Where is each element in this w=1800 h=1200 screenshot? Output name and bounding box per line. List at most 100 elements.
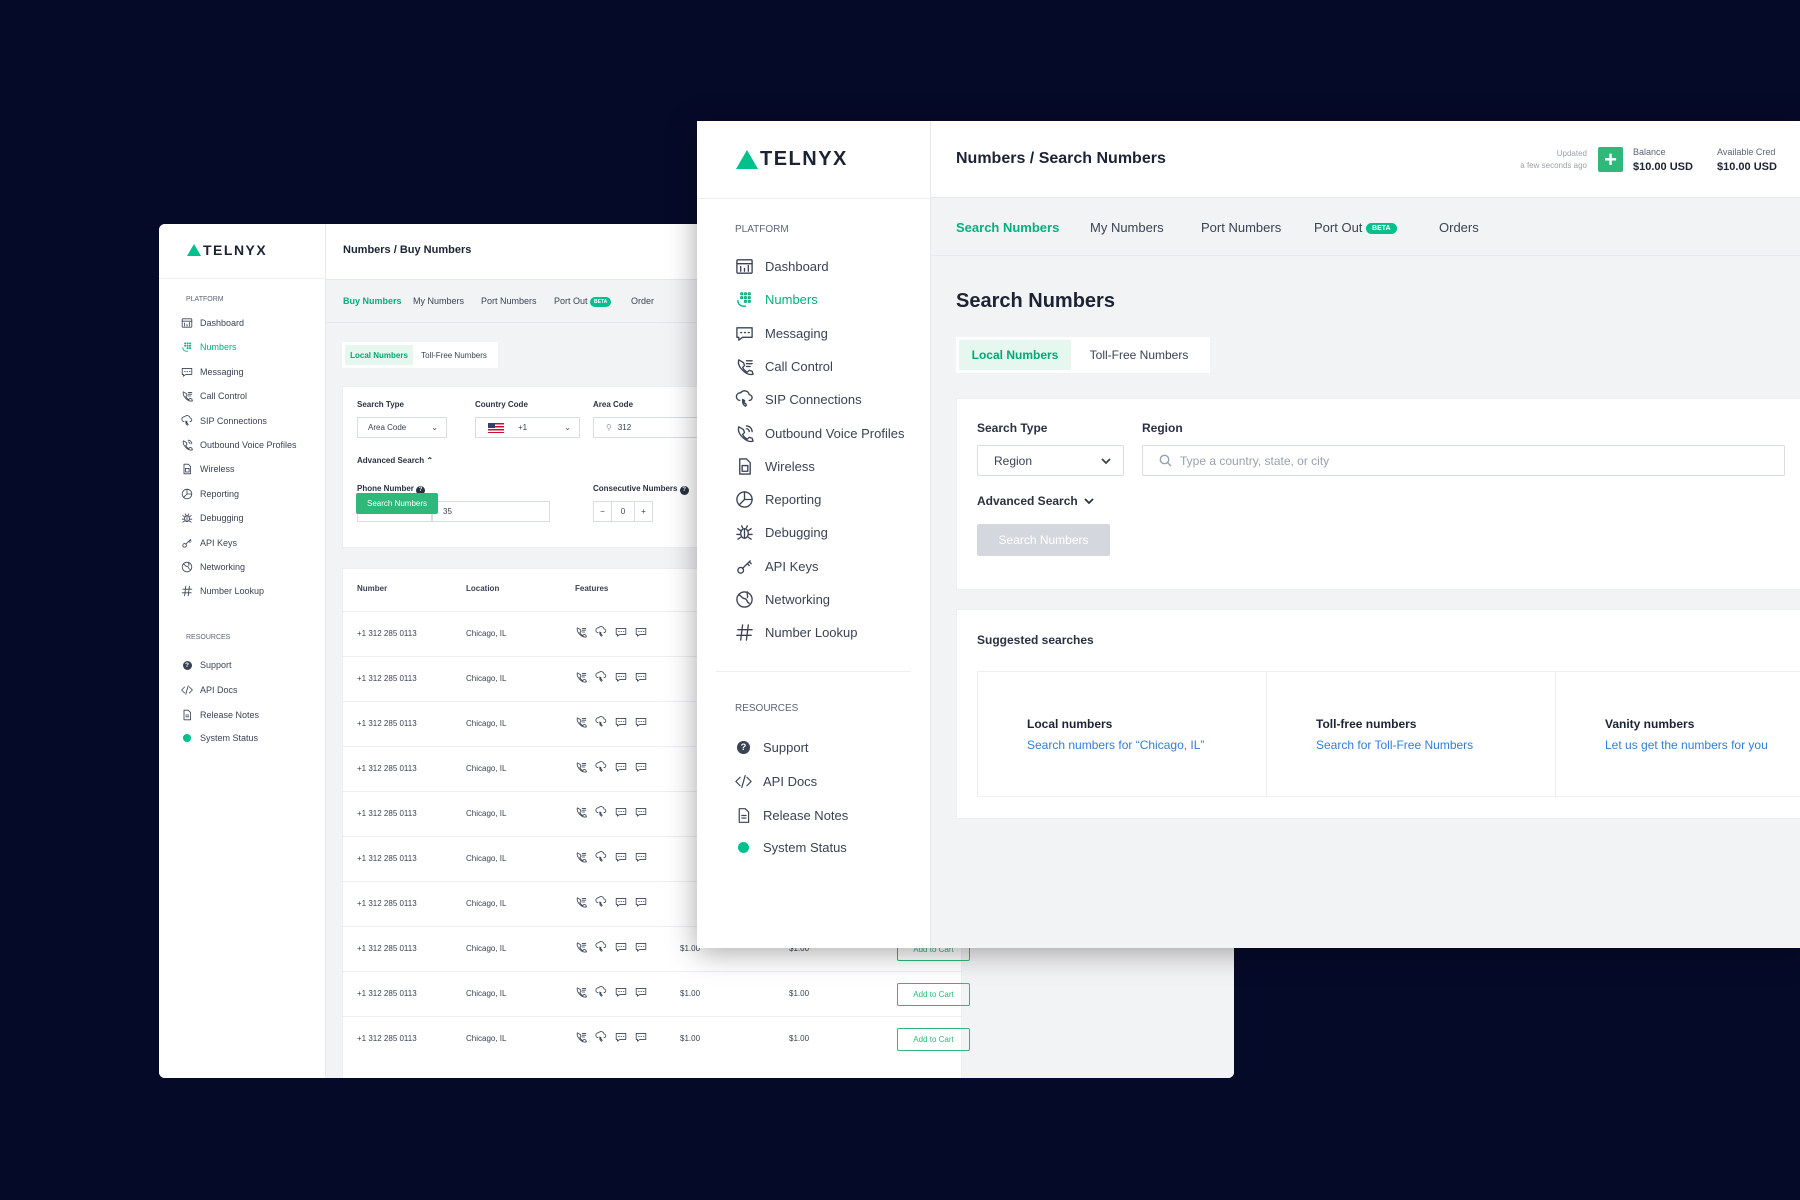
sidebar-item-networking[interactable]: Networking [181, 561, 245, 573]
help-icon[interactable]: ? [679, 486, 689, 495]
message-icon [615, 986, 627, 998]
sidebar-item-messaging[interactable]: Messaging [181, 366, 244, 378]
sidebar-item-label: Reporting [200, 488, 240, 499]
add-funds-button[interactable]: + [1598, 147, 1623, 172]
sidebar-item-wireless[interactable]: Wireless [181, 463, 235, 475]
sidebar-item-reporting[interactable]: Reporting [735, 490, 821, 509]
number-cell: +1 312 285 0113 [357, 674, 417, 683]
sidebar-item-dashboard[interactable]: Dashboard [181, 317, 244, 329]
search-form-card: Search Type Region Region Type a country… [956, 398, 1800, 590]
sidebar-item-wireless[interactable]: Wireless [735, 457, 815, 476]
telnyx-logo[interactable]: TELNYX [187, 242, 267, 258]
sidebar-item-label: API Docs [200, 685, 238, 696]
globe-icon [735, 590, 754, 609]
search-type-select[interactable]: Area Code ⌄ [357, 417, 447, 438]
phone-list-icon [575, 941, 587, 953]
phone-number-input[interactable]: 35 [432, 501, 550, 522]
message-icon [635, 941, 647, 953]
tab-my-numbers[interactable]: My Numbers [413, 296, 464, 306]
tab-port-numbers[interactable]: Port Numbers [1201, 220, 1281, 235]
help-icon: ? [181, 660, 193, 670]
message-icon [615, 896, 627, 908]
tab-port-out-label: Port Out [1314, 220, 1363, 235]
local-numbers-toggle[interactable]: Local Numbers [959, 340, 1071, 370]
sidebar-item-number-lookup[interactable]: Number Lookup [735, 623, 858, 642]
sidebar-item-label: Messaging [200, 366, 244, 377]
search-type-label: Search Type [977, 421, 1048, 435]
sidebar-item-reporting[interactable]: Reporting [181, 488, 239, 500]
sidebar-item-system-status[interactable]: System Status [735, 840, 847, 855]
country-code-select[interactable]: +1 ⌄ [475, 417, 580, 438]
toll-free-toggle[interactable]: Toll-Free Numbers [413, 345, 495, 365]
decrement-button[interactable]: − [594, 502, 612, 521]
tab-my-numbers[interactable]: My Numbers [1090, 220, 1164, 235]
area-code-input[interactable]: ⚲ 312 [593, 417, 703, 438]
search-numbers-button[interactable]: Search Numbers [977, 524, 1110, 556]
toll-free-toggle[interactable]: Toll-Free Numbers [1071, 340, 1207, 370]
bug-icon [181, 512, 193, 524]
features-cell [575, 851, 647, 863]
cloud-phone-icon [595, 716, 607, 728]
tab-orders[interactable]: Orders [1439, 220, 1479, 235]
sidebar-item-messaging[interactable]: Messaging [735, 324, 828, 343]
local-numbers-toggle[interactable]: Local Numbers [345, 345, 413, 365]
sidebar-item-api-keys[interactable]: API Keys [735, 557, 818, 576]
sidebar-item-api-docs[interactable]: API Docs [181, 684, 238, 696]
sidebar-item-debugging[interactable]: Debugging [735, 523, 828, 542]
number-cell: +1 312 285 0113 [357, 764, 417, 773]
tab-port-out[interactable]: Port Out BETA [554, 296, 612, 307]
sidebar-item-sip-connections[interactable]: SIP Connections [181, 414, 267, 427]
suggestion-link[interactable]: Search for Toll-Free Numbers [1316, 738, 1473, 752]
tab-search-numbers[interactable]: Search Numbers [956, 220, 1059, 235]
telnyx-logo[interactable]: TELNYX [736, 148, 848, 170]
tab-buy-numbers[interactable]: Buy Numbers [343, 296, 402, 306]
region-input[interactable]: Type a country, state, or city [1142, 445, 1785, 476]
sidebar-item-api-docs[interactable]: API Docs [735, 773, 817, 790]
sidebar-item-networking[interactable]: Networking [735, 590, 830, 609]
sidebar-item-api-keys[interactable]: API Keys [181, 537, 237, 549]
cloud-phone-icon [595, 1031, 607, 1043]
suggestion-link[interactable]: Search numbers for “Chicago, IL” [1027, 738, 1204, 752]
search-type-select[interactable]: Region [977, 445, 1124, 476]
sidebar-item-debugging[interactable]: Debugging [181, 512, 244, 524]
tab-port-out[interactable]: Port Out BETA [1314, 220, 1397, 235]
suggestion-title: Toll-free numbers [1316, 717, 1417, 731]
sidebar-item-call-control[interactable]: Call Control [735, 357, 833, 376]
sidebar-item-numbers[interactable]: Numbers [181, 341, 237, 353]
sidebar-item-label: Support [200, 660, 232, 670]
sidebar-item-numbers[interactable]: Numbers [735, 290, 818, 309]
sidebar-item-number-lookup[interactable]: Number Lookup [181, 585, 264, 597]
add-to-cart-button[interactable]: Add to Cart [897, 983, 970, 1006]
sidebar-item-support[interactable]: ? Support [181, 660, 232, 670]
suggestion-link[interactable]: Let us get the numbers for you [1605, 738, 1768, 752]
tab-port-numbers[interactable]: Port Numbers [481, 296, 537, 306]
hash-icon [181, 585, 193, 597]
add-to-cart-button[interactable]: Add to Cart [897, 1028, 970, 1051]
sidebar-item-label: API Keys [200, 537, 238, 548]
phone-list-icon [735, 357, 754, 376]
sidebar-item-label: SIP Connections [765, 392, 862, 408]
sidebar: TELNYX PLATFORM Dashboard Numbers Messagin… [697, 121, 931, 948]
sidebar-item-sip-connections[interactable]: SIP Connections [735, 390, 862, 409]
sidebar-item-dashboard[interactable]: Dashboard [735, 257, 829, 276]
consecutive-label-text: Consecutive Numbers [593, 484, 678, 493]
advanced-search-toggle[interactable]: Advanced Search ⌃ [357, 456, 433, 465]
sidebar-item-system-status[interactable]: System Status [181, 733, 258, 743]
logo-text: TELNYX [203, 242, 268, 258]
number-type-toggle: Local Numbers Toll-Free Numbers [342, 342, 498, 368]
sidebar-item-outbound-voice-profiles[interactable]: Outbound Voice Profiles [181, 439, 297, 451]
sidebar-item-outbound-voice-profiles[interactable]: Outbound Voice Profiles [735, 424, 904, 443]
sidebar-item-release-notes[interactable]: Release Notes [735, 807, 848, 824]
sidebar-item-release-notes[interactable]: Release Notes [181, 709, 259, 721]
tab-orders[interactable]: Order [631, 296, 654, 306]
number-cell: +1 312 285 0113 [357, 1034, 417, 1043]
increment-button[interactable]: + [634, 502, 652, 521]
sidebar-item-support[interactable]: ? Support [735, 740, 809, 755]
sidebar-item-label: Debugging [200, 513, 244, 524]
number-cell: +1 312 285 0113 [357, 809, 417, 818]
search-numbers-button[interactable]: Search Numbers [356, 493, 438, 514]
region-placeholder: Type a country, state, or city [1180, 453, 1330, 468]
advanced-search-toggle[interactable]: Advanced Search [977, 494, 1094, 508]
sidebar-item-call-control[interactable]: Call Control [181, 390, 247, 402]
resources-heading: RESOURCES [735, 703, 799, 714]
